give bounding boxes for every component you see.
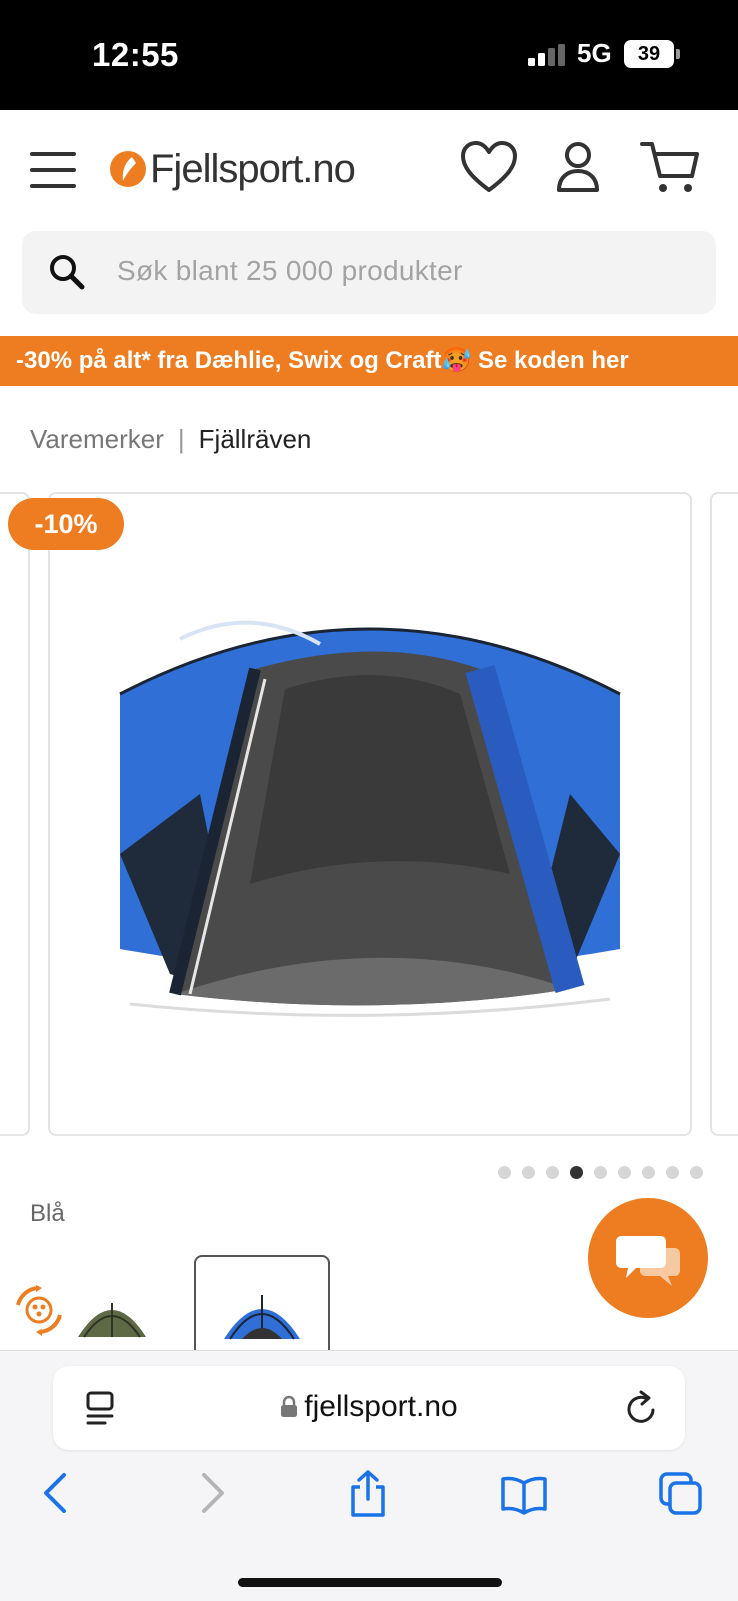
carousel-dot[interactable] bbox=[642, 1166, 655, 1179]
carousel-dot-active[interactable] bbox=[570, 1166, 583, 1179]
signal-icon bbox=[528, 44, 565, 66]
reload-icon[interactable] bbox=[625, 1390, 659, 1426]
carousel-dot[interactable] bbox=[690, 1166, 703, 1179]
search-input[interactable]: Søk blant 25 000 produkter bbox=[22, 231, 716, 314]
battery-tip bbox=[676, 49, 680, 59]
breadcrumb-current[interactable]: Fjällräven bbox=[199, 424, 312, 454]
color-label: Blå bbox=[30, 1200, 65, 1227]
forward-chevron-icon[interactable] bbox=[198, 1471, 228, 1515]
carousel-next-slide[interactable] bbox=[710, 492, 738, 1136]
carousel-dot[interactable] bbox=[522, 1166, 535, 1179]
chat-button[interactable] bbox=[588, 1198, 708, 1318]
network-label: 5G bbox=[577, 38, 612, 68]
bookmarks-icon[interactable] bbox=[500, 1475, 548, 1515]
lock-icon bbox=[281, 1395, 298, 1417]
home-indicator bbox=[238, 1578, 502, 1587]
promo-banner[interactable]: -30% på alt* fra Dæhlie, Swix og Craft🥵 … bbox=[0, 336, 738, 386]
logo-text: Fjellsport.no bbox=[150, 146, 356, 191]
status-time: 12:55 bbox=[92, 36, 179, 73]
back-chevron-icon[interactable] bbox=[40, 1471, 70, 1515]
discount-badge: -10% bbox=[8, 498, 124, 550]
carousel-dot[interactable] bbox=[546, 1166, 559, 1179]
logo-mark-icon bbox=[110, 151, 146, 187]
menu-icon[interactable] bbox=[30, 152, 76, 188]
carousel-pagination bbox=[498, 1166, 703, 1179]
status-bar: 12:55 5G 39 bbox=[0, 0, 738, 110]
carousel-prev-slide[interactable] bbox=[0, 492, 30, 1136]
url-display: fjellsport.no bbox=[53, 1390, 685, 1424]
search-icon bbox=[50, 255, 85, 290]
variant-thumb-blue-image bbox=[224, 1295, 300, 1340]
chat-bubble-icon bbox=[616, 1236, 680, 1286]
variant-thumb-green[interactable] bbox=[74, 1289, 150, 1345]
tabs-icon[interactable] bbox=[658, 1471, 704, 1517]
carousel-dot[interactable] bbox=[666, 1166, 679, 1179]
site-header: Fjellsport.no bbox=[0, 110, 738, 220]
carousel-dot[interactable] bbox=[498, 1166, 511, 1179]
promo-text: -30% på alt* fra Dæhlie, Swix og Craft🥵 … bbox=[16, 347, 629, 374]
account-icon[interactable] bbox=[555, 140, 601, 194]
product-image-slide[interactable] bbox=[48, 492, 692, 1136]
url-text: fjellsport.no bbox=[304, 1390, 458, 1423]
360-view-icon[interactable] bbox=[12, 1283, 66, 1337]
breadcrumb-parent-link[interactable]: Varemerker bbox=[30, 424, 164, 454]
carousel-dot[interactable] bbox=[618, 1166, 631, 1179]
breadcrumb-separator: | bbox=[177, 424, 185, 454]
search-placeholder: Søk blant 25 000 produkter bbox=[117, 255, 463, 286]
address-bar[interactable]: fjellsport.no bbox=[53, 1366, 685, 1450]
site-logo[interactable]: Fjellsport.no bbox=[110, 146, 356, 192]
wishlist-heart-icon[interactable] bbox=[460, 140, 518, 194]
tent-product-image bbox=[119, 620, 621, 1017]
carousel-dot[interactable] bbox=[594, 1166, 607, 1179]
breadcrumb: Varemerker | Fjällräven bbox=[30, 424, 311, 455]
browser-toolbar: fjellsport.no bbox=[0, 1350, 738, 1601]
cart-icon[interactable] bbox=[640, 140, 700, 196]
share-icon[interactable] bbox=[348, 1469, 388, 1519]
battery-icon: 39 bbox=[624, 40, 674, 68]
variant-thumb-blue-selected[interactable] bbox=[194, 1255, 330, 1350]
